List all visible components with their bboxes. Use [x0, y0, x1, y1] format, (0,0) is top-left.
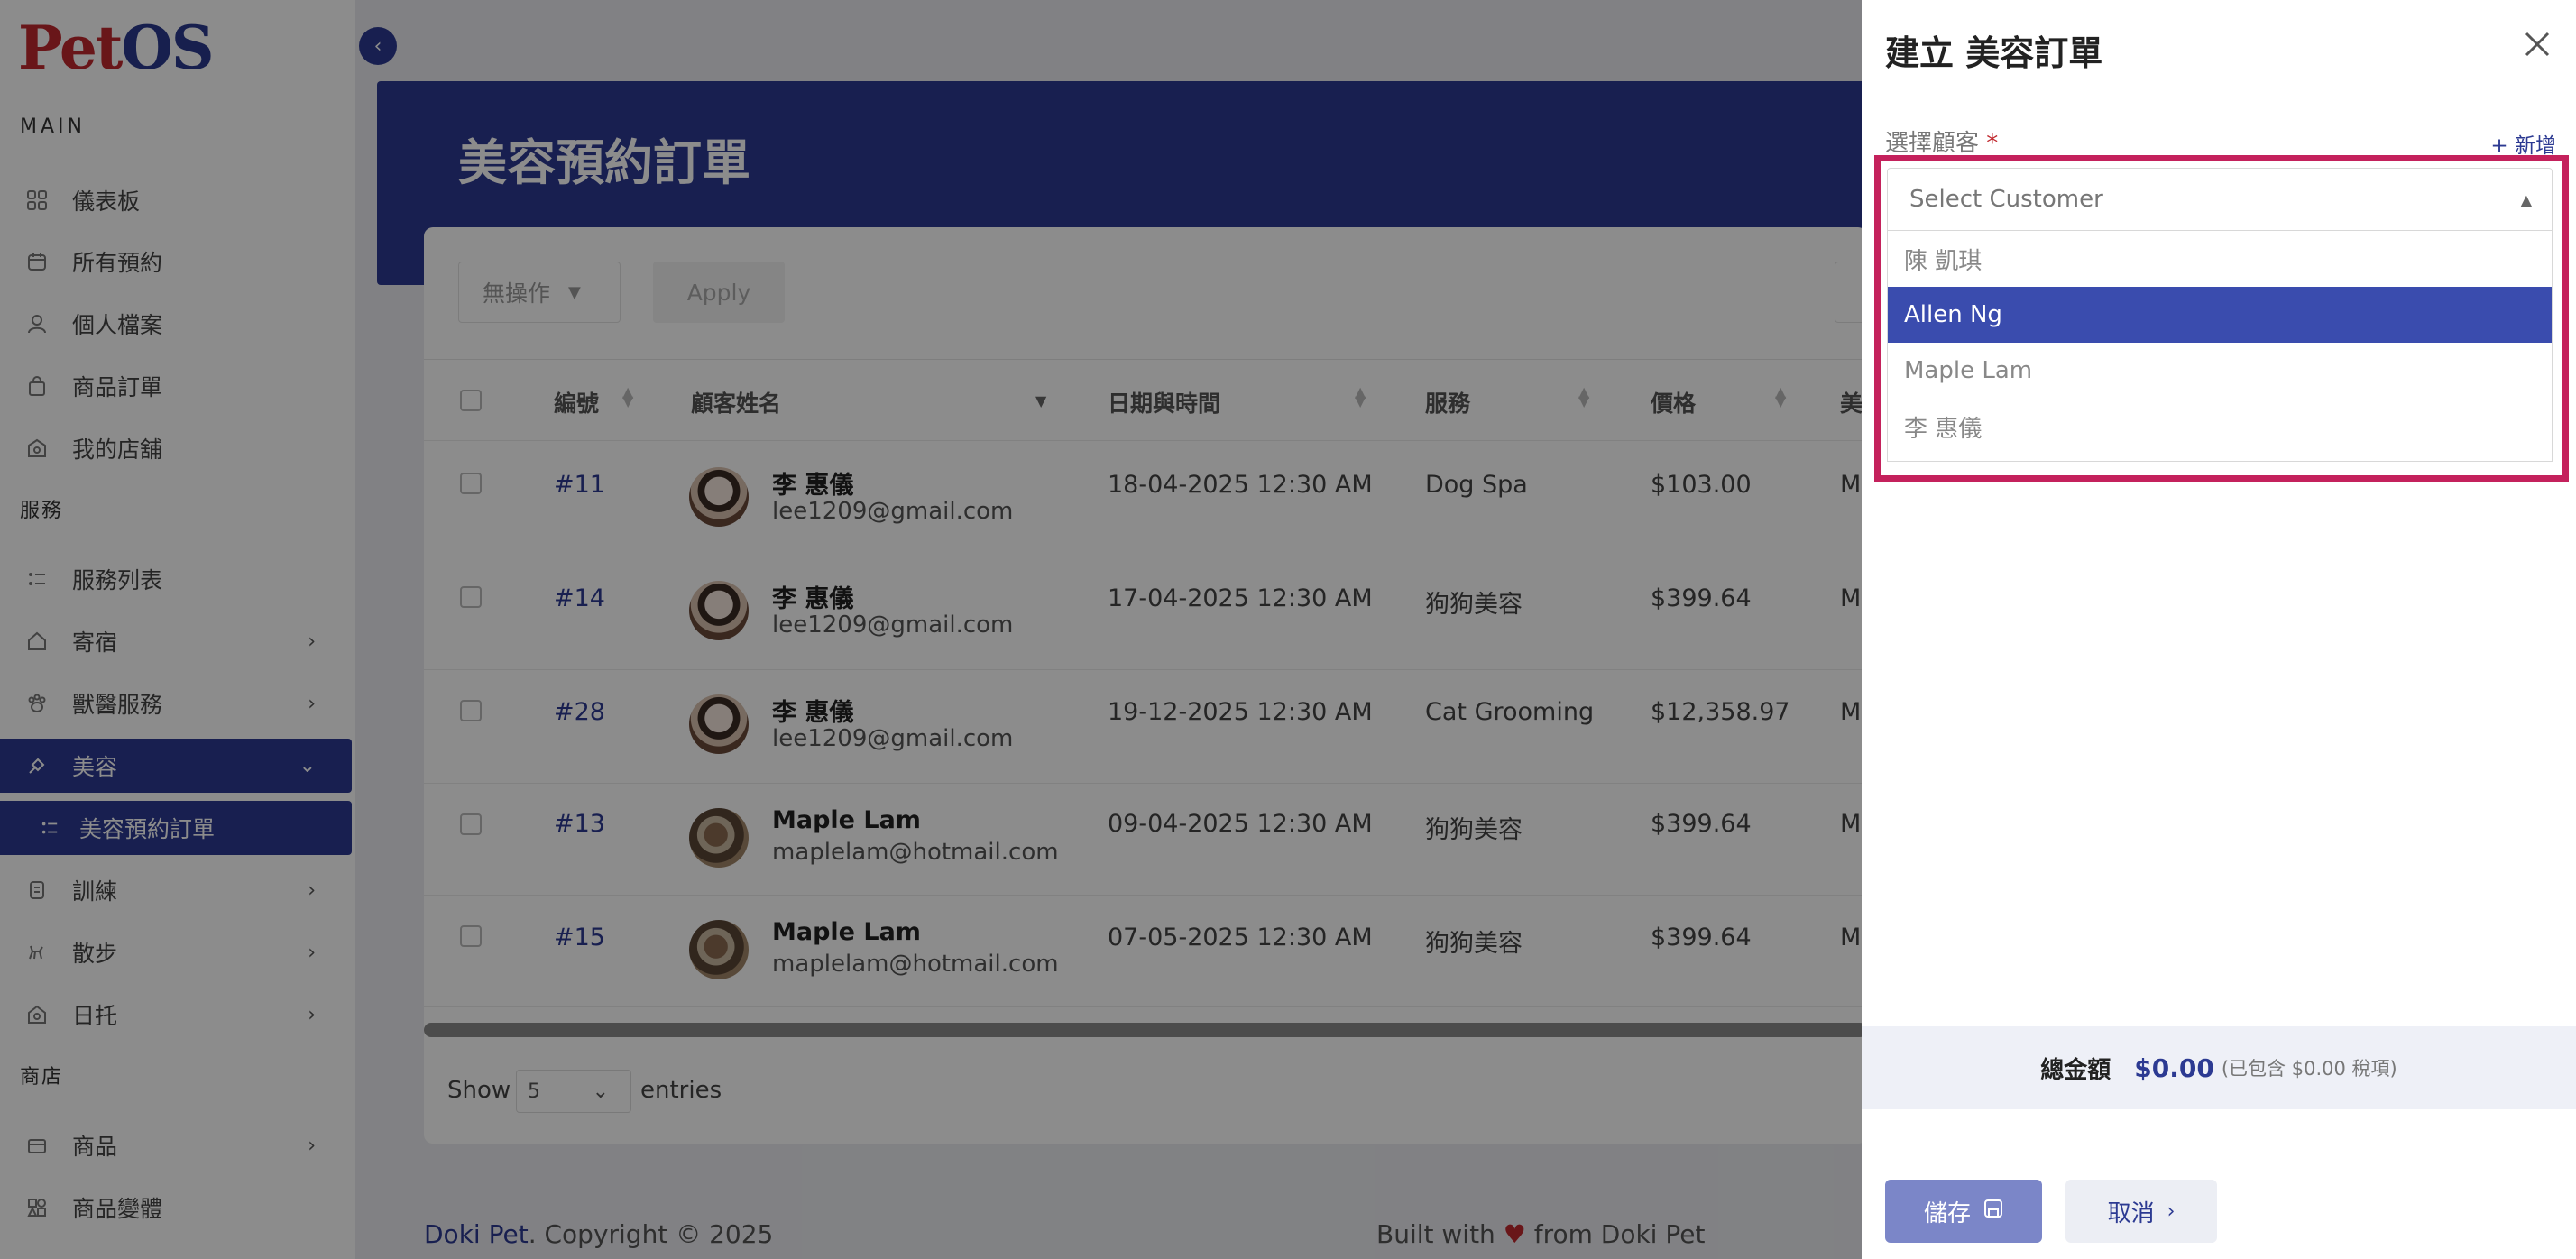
customer-select[interactable]: Select Customer ▲ — [1887, 168, 2553, 231]
cancel-button[interactable]: 取消 › — [2065, 1180, 2217, 1243]
total-label: 總金額 — [2040, 1056, 2111, 1084]
save-icon — [1983, 1199, 2003, 1224]
close-button[interactable] — [2515, 22, 2560, 67]
create-grooming-order-drawer: 建立 美容訂單 選擇顧客 * + 新增 Select Customer ▲ 陳 … — [1862, 0, 2576, 1259]
save-button[interactable]: 儲存 — [1885, 1180, 2042, 1243]
chevron-right-icon: › — [2167, 1199, 2176, 1223]
modal-backdrop[interactable] — [0, 0, 1862, 1259]
customer-option[interactable]: 陳 凱琪 — [1888, 231, 2552, 287]
cancel-label: 取消 — [2107, 1199, 2155, 1227]
total-tax-note: (已包含 $0.00 稅項) — [2221, 1058, 2397, 1080]
add-customer-link[interactable]: + 新增 — [2490, 128, 2556, 159]
customer-field-label: 選擇顧客 * — [1885, 124, 1998, 158]
total-summary: 總金額 $0.00 (已包含 $0.00 稅項) — [1862, 1026, 2576, 1109]
drawer-title: 建立 美容訂單 — [1885, 33, 2103, 73]
total-value: $0.00 — [2134, 1052, 2214, 1083]
customer-dropdown-list: 陳 凱琪 Allen Ng Maple Lam 李 惠儀 — [1887, 231, 2553, 462]
required-mark: * — [1986, 130, 1999, 157]
save-label: 儲存 — [1923, 1199, 1971, 1227]
customer-option-selected[interactable]: Allen Ng — [1888, 287, 2552, 343]
customer-label-text: 選擇顧客 — [1885, 130, 1980, 157]
caret-up-icon: ▲ — [2520, 190, 2532, 208]
close-icon — [2525, 32, 2550, 57]
customer-option[interactable]: 李 惠儀 — [1888, 399, 2552, 455]
customer-select-placeholder: Select Customer — [1909, 186, 2103, 213]
customer-option[interactable]: Maple Lam — [1888, 343, 2552, 399]
